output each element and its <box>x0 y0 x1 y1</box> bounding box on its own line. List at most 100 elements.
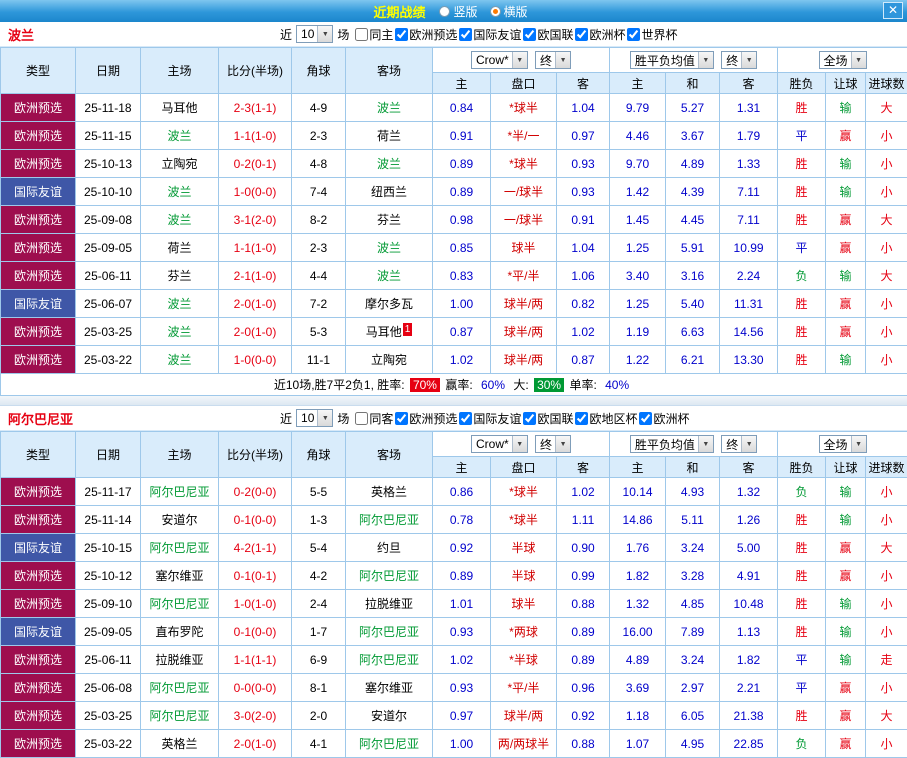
filter-checkbox[interactable]: 欧国联 <box>523 26 573 43</box>
handicap-result: 输 <box>826 262 866 290</box>
handicap-home-odds: 0.89 <box>433 150 491 178</box>
filter-checkbox[interactable]: 国际友谊 <box>459 26 521 43</box>
match-date: 25-10-12 <box>76 562 141 590</box>
away-team-name: 荷兰 <box>377 129 401 143</box>
match-date: 25-03-22 <box>76 346 141 374</box>
radio-selected-icon[interactable] <box>490 6 501 17</box>
match-result: 胜 <box>778 318 826 346</box>
corner-score: 4-1 <box>292 730 346 758</box>
filter-checkbox[interactable]: 欧洲预选 <box>395 26 457 43</box>
home-team-cell: 立陶宛 <box>141 150 219 178</box>
radio-unselected-icon[interactable] <box>439 6 450 17</box>
avg-odds-select[interactable]: 胜平负均值 <box>630 435 714 453</box>
match-date: 25-10-15 <box>76 534 141 562</box>
subcol-avg-draw: 和 <box>666 457 720 478</box>
col-header-corner: 角球 <box>292 432 346 478</box>
checkbox-input[interactable] <box>575 28 588 41</box>
match-date: 25-03-22 <box>76 730 141 758</box>
scope-select[interactable]: 全场 <box>819 51 867 69</box>
match-count-value: 10 <box>301 27 317 41</box>
subcol-handicap-away: 客 <box>557 73 610 94</box>
avg-draw-odds: 4.39 <box>666 178 720 206</box>
match-count-select[interactable]: 10 <box>296 25 333 43</box>
filter-checkbox[interactable]: 欧洲杯 <box>575 26 625 43</box>
handicap-result: 赢 <box>826 122 866 150</box>
section-divider <box>0 396 907 406</box>
handicap-result: 赢 <box>826 234 866 262</box>
away-team-cell: 波兰 <box>346 150 433 178</box>
layout-horizontal-option[interactable]: 横版 <box>490 3 528 20</box>
match-row: 欧洲预选25-06-11拉脱维亚1-1(1-1)6-9阿尔巴尼亚1.02*半球0… <box>1 646 907 674</box>
avg-away-odds: 1.31 <box>720 94 778 122</box>
checkbox-input[interactable] <box>523 412 536 425</box>
filter-checkbox[interactable]: 世界杯 <box>627 26 677 43</box>
filter-checkbox[interactable]: 同主 <box>355 26 393 43</box>
home-team-cell: 波兰 <box>141 318 219 346</box>
match-score: 1-1(1-1) <box>219 646 292 674</box>
match-result: 平 <box>778 234 826 262</box>
checkbox-input[interactable] <box>395 412 408 425</box>
checkbox-label: 国际友谊 <box>473 410 521 427</box>
handicap-line: 两/两球半 <box>491 730 557 758</box>
match-result: 平 <box>778 122 826 150</box>
home-team-cell: 阿尔巴尼亚 <box>141 534 219 562</box>
handicap-result: 输 <box>826 646 866 674</box>
goals-result: 小 <box>866 346 907 374</box>
summary-cell: 近10场,胜7平2负1, 胜率: 70% 赢率: 60% 大: 30% 单率: … <box>1 374 907 396</box>
match-date: 25-11-17 <box>76 478 141 506</box>
filter-checkbox[interactable]: 欧国联 <box>523 410 573 427</box>
handicap-away-odds: 1.06 <box>557 262 610 290</box>
home-team-name: 马耳他 <box>161 101 197 115</box>
odds-stage-select[interactable]: 终 <box>535 51 571 69</box>
avg-stage-select[interactable]: 终 <box>721 435 757 453</box>
handicap-line: *球半 <box>491 94 557 122</box>
avg-odds-select[interactable]: 胜平负均值 <box>630 51 714 69</box>
avg-stage-select[interactable]: 终 <box>721 51 757 69</box>
avg-draw-odds: 6.05 <box>666 702 720 730</box>
filter-checkbox[interactable]: 欧洲预选 <box>395 410 457 427</box>
goals-result: 大 <box>866 534 907 562</box>
checkbox-input[interactable] <box>355 28 368 41</box>
avg-away-odds: 14.56 <box>720 318 778 346</box>
home-team-cell: 芬兰 <box>141 262 219 290</box>
checkbox-input[interactable] <box>355 412 368 425</box>
match-score: 4-2(1-1) <box>219 534 292 562</box>
home-team-name: 波兰 <box>167 213 191 227</box>
checkbox-input[interactable] <box>523 28 536 41</box>
scope-select[interactable]: 全场 <box>819 435 867 453</box>
col-header-type: 类型 <box>1 432 76 478</box>
filter-checkbox[interactable]: 欧地区杯 <box>575 410 637 427</box>
checkbox-input[interactable] <box>459 28 472 41</box>
filter-checkbox[interactable]: 国际友谊 <box>459 410 521 427</box>
handicap-away-odds: 1.02 <box>557 318 610 346</box>
checkbox-input[interactable] <box>627 28 640 41</box>
home-team-name: 英格兰 <box>161 737 197 751</box>
checkbox-input[interactable] <box>575 412 588 425</box>
match-type: 欧洲预选 <box>1 262 76 290</box>
match-count-select[interactable]: 10 <box>296 409 333 427</box>
away-team-name: 阿尔巴尼亚 <box>359 513 419 527</box>
match-type: 欧洲预选 <box>1 478 76 506</box>
filter-checkbox[interactable]: 同客 <box>355 410 393 427</box>
games-label: 场 <box>337 410 349 427</box>
close-icon[interactable]: ✕ <box>883 2 903 19</box>
layout-vertical-option[interactable]: 竖版 <box>439 3 477 20</box>
away-team-cell: 拉脱维亚 <box>346 590 433 618</box>
home-team-cell: 塞尔维亚 <box>141 562 219 590</box>
odds-stage-select[interactable]: 终 <box>535 435 571 453</box>
team-name: 阿尔巴尼亚 <box>0 409 278 428</box>
avg-draw-odds: 4.85 <box>666 590 720 618</box>
odds-company-select[interactable]: Crow* <box>471 435 528 453</box>
handicap-away-odds: 0.93 <box>557 178 610 206</box>
match-date: 25-09-10 <box>76 590 141 618</box>
filter-checkbox[interactable]: 欧洲杯 <box>639 410 689 427</box>
avg-draw-odds: 4.93 <box>666 478 720 506</box>
checkbox-input[interactable] <box>459 412 472 425</box>
checkbox-input[interactable] <box>395 28 408 41</box>
avg-draw-odds: 6.21 <box>666 346 720 374</box>
match-type: 国际友谊 <box>1 534 76 562</box>
home-team-cell: 马耳他 <box>141 94 219 122</box>
checkbox-input[interactable] <box>639 412 652 425</box>
handicap-result: 赢 <box>826 206 866 234</box>
odds-company-select[interactable]: Crow* <box>471 51 528 69</box>
